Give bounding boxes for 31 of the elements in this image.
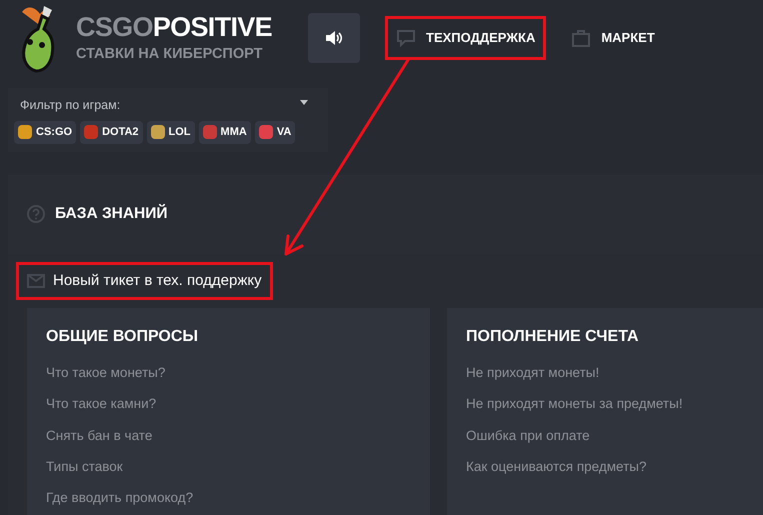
game-filter-chip[interactable]: VA: [254, 120, 296, 144]
faq-link[interactable]: Снять бан в чате: [46, 426, 411, 446]
new-ticket-link[interactable]: Новый тикет в тех. поддержку: [16, 262, 273, 300]
nav-link[interactable]: ТЕХПОДДЕРЖКА: [385, 16, 546, 60]
faq-link[interactable]: Ошибка при оплате: [466, 426, 763, 446]
sound-button[interactable]: [308, 13, 360, 63]
faq-link[interactable]: Не приходят монеты за предметы!: [466, 394, 763, 414]
filter-label: Фильтр по играм:: [19, 97, 120, 114]
game-filter-chip[interactable]: LOL: [146, 120, 195, 144]
dropdown-caret-icon[interactable]: [300, 100, 308, 105]
faq-link[interactable]: Что такое монеты?: [46, 363, 411, 384]
nav-link[interactable]: МАРКЕТ: [560, 16, 666, 60]
faq-link[interactable]: Не приходят монеты!: [466, 363, 763, 384]
faq-link[interactable]: Типы ставок: [46, 456, 411, 477]
section-title: БАЗА ЗНАНИЙ: [55, 203, 168, 224]
brand-name-light: CSGO: [76, 14, 153, 42]
faq-card-title: ОБЩИЕ ВОПРОСЫ: [46, 327, 200, 347]
chat-bubble-icon: [396, 29, 416, 47]
game-filter-chip[interactable]: DOTA2: [80, 120, 143, 144]
faq-link[interactable]: Что такое камни?: [46, 394, 411, 414]
faq-link[interactable]: Как оцениваются предметы?: [466, 456, 763, 477]
question-circle-icon: [27, 205, 45, 223]
game-filter-chip[interactable]: MMA: [198, 120, 251, 144]
bag-icon: [571, 29, 592, 47]
faq-card-title: ПОПОЛНЕНИЕ СЧЕТА: [466, 327, 640, 347]
speaker-icon: [325, 30, 343, 46]
faq-link[interactable]: Где вводить промокод?: [46, 488, 411, 508]
brand-name-bold: POSITIVE: [152, 14, 272, 42]
game-filter-chip[interactable]: CS:GO: [14, 120, 76, 144]
envelope-icon: [27, 274, 45, 288]
logo-tagline: СТАВКИ НА КИБЕРСПОРТ: [76, 47, 264, 62]
